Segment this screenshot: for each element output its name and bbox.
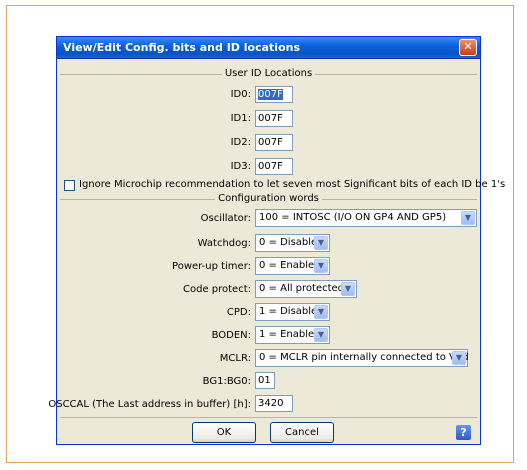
ignore-checkbox[interactable] — [64, 180, 75, 191]
chevron-down-icon[interactable]: ▼ — [461, 211, 475, 225]
boden-label: BODEN: — [211, 330, 251, 341]
codeprotect-label: Code protect: — [183, 284, 251, 295]
id1-label: ID1: — [230, 113, 251, 124]
help-icon[interactable]: ? — [456, 425, 471, 440]
chevron-down-icon[interactable]: ▼ — [314, 259, 328, 273]
config-group-label: Configuration words — [57, 193, 480, 204]
mclr-label: MCLR: — [219, 353, 251, 364]
id0-input[interactable]: 007F — [255, 86, 293, 103]
powerup-select[interactable]: 0 = Enable ▼ — [255, 257, 330, 275]
osccal-label: OSCCAL (The Last address in buffer) [h]: — [48, 399, 251, 410]
title-bar[interactable]: View/Edit Config. bits and ID locations … — [57, 37, 480, 59]
watchdog-select[interactable]: 0 = Disable ▼ — [255, 234, 330, 252]
oscillator-select[interactable]: 100 = INTOSC (I/O ON GP4 AND GP5) ▼ — [255, 209, 477, 227]
id3-label: ID3: — [230, 161, 251, 172]
cpd-label: CPD: — [226, 307, 251, 318]
oscillator-label: Oscillator: — [200, 213, 251, 224]
ignore-label[interactable]: Ignore Microchip recommendation to let s… — [79, 179, 505, 190]
id3-input[interactable]: 007F — [255, 158, 293, 175]
id0-label: ID0: — [230, 89, 251, 100]
mclr-value: 0 = MCLR pin internally connected to Vdd — [259, 352, 469, 363]
id2-input[interactable]: 007F — [255, 134, 293, 151]
bg-input[interactable]: 01 — [255, 372, 275, 389]
chevron-down-icon[interactable]: ▼ — [314, 305, 328, 319]
cpd-value: 1 = Disable — [259, 306, 318, 317]
powerup-label: Power-up timer: — [172, 261, 251, 272]
osccal-input[interactable]: 3420 — [255, 395, 293, 412]
cancel-button[interactable]: Cancel — [270, 422, 334, 443]
oscillator-value: 100 = INTOSC (I/O ON GP4 AND GP5) — [259, 212, 447, 223]
watchdog-label: Watchdog: — [197, 238, 251, 249]
bg-label: BG1:BG0: — [202, 376, 251, 387]
dialog-title: View/Edit Config. bits and ID locations — [63, 41, 300, 54]
button-divider — [60, 417, 477, 418]
cpd-select[interactable]: 1 = Disable ▼ — [255, 303, 330, 321]
chevron-down-icon[interactable]: ▼ — [314, 328, 328, 342]
close-icon[interactable]: ✕ — [459, 39, 477, 56]
chevron-down-icon[interactable]: ▼ — [452, 351, 466, 365]
codeprotect-select[interactable]: 0 = All protected ▼ — [255, 280, 357, 298]
chevron-down-icon[interactable]: ▼ — [314, 236, 328, 250]
mclr-select[interactable]: 0 = MCLR pin internally connected to Vdd… — [255, 349, 469, 367]
user-id-group-label: User ID Locations — [57, 68, 480, 79]
config-dialog: View/Edit Config. bits and ID locations … — [48, 36, 505, 445]
boden-select[interactable]: 1 = Enable ▼ — [255, 326, 330, 344]
watchdog-value: 0 = Disable — [259, 237, 318, 248]
id1-input[interactable]: 007F — [255, 110, 293, 127]
chevron-down-icon[interactable]: ▼ — [341, 282, 355, 296]
boden-value: 1 = Enable — [259, 329, 315, 340]
codeprotect-value: 0 = All protected — [259, 283, 345, 294]
powerup-value: 0 = Enable — [259, 260, 315, 271]
id2-label: ID2: — [230, 137, 251, 148]
ok-button[interactable]: OK — [192, 422, 256, 443]
